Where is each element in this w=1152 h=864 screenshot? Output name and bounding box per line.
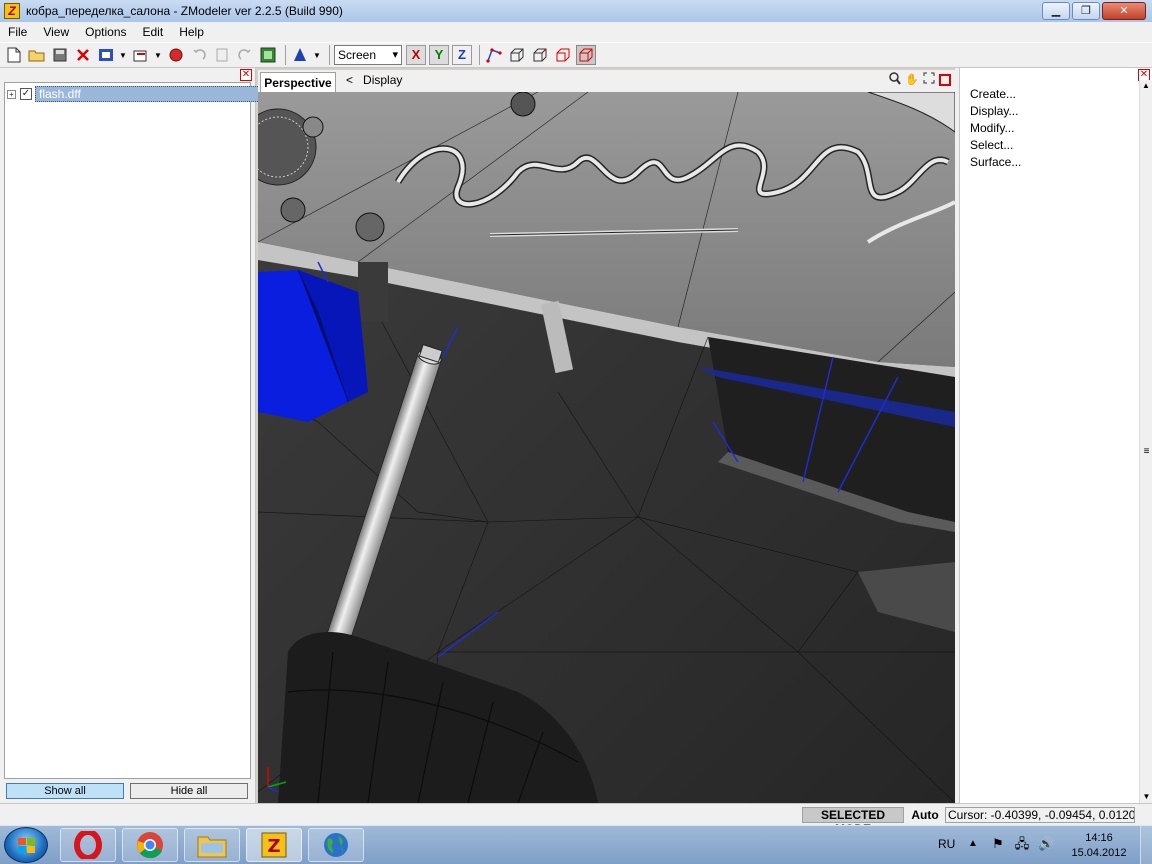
- new-file-icon[interactable]: [4, 45, 24, 65]
- scroll-grip-icon[interactable]: ≡: [1140, 446, 1152, 457]
- axis-z-toggle[interactable]: Z: [452, 45, 472, 65]
- import-dropdown-icon[interactable]: ▼: [119, 51, 127, 60]
- taskbar-chrome-icon[interactable]: [122, 828, 178, 862]
- main-toolbar: ▼ ▼ ▼ Screen X Y Z: [0, 42, 1152, 68]
- maximize-button[interactable]: ❐: [1072, 2, 1100, 20]
- menu-file[interactable]: File: [0, 25, 35, 39]
- selected-mode-icon[interactable]: [576, 45, 596, 65]
- object-tree[interactable]: + ✓ flash.dff: [4, 82, 260, 779]
- cursor-coordinates: Cursor: -0.40399, -0.09454, 0.01208: [945, 807, 1135, 823]
- window-title: кобра_переделка_салона - ZModeler ver 2.…: [26, 4, 343, 18]
- close-window-button[interactable]: ✕: [1102, 2, 1146, 20]
- minimize-button[interactable]: ▁: [1042, 2, 1070, 20]
- scroll-up-icon[interactable]: ▲: [1140, 80, 1152, 92]
- volume-icon[interactable]: 🔊: [1038, 836, 1054, 852]
- clock-date: 15.04.2012: [1071, 847, 1127, 859]
- maximize-viewport-icon[interactable]: [939, 74, 951, 86]
- command-display[interactable]: Display...: [970, 104, 1018, 118]
- taskbar-opera-icon[interactable]: [60, 828, 116, 862]
- coordinate-space-select[interactable]: Screen: [334, 45, 402, 65]
- taskbar-explorer-icon[interactable]: [184, 828, 240, 862]
- viewport-header: Perspective < Display ✋: [258, 70, 955, 93]
- delete-icon[interactable]: [73, 45, 93, 65]
- tree-item-label[interactable]: flash.dff: [35, 86, 260, 102]
- taskbar-globe-icon[interactable]: [308, 828, 364, 862]
- start-button[interactable]: [4, 827, 48, 863]
- import-icon[interactable]: [96, 45, 116, 65]
- vertex-mode-icon[interactable]: [484, 45, 504, 65]
- properties-icon: [212, 45, 232, 65]
- windows-taskbar: Z RU ▲ ⚑ 🖧 🔊 14:16 15.04.2012: [0, 825, 1152, 864]
- action-center-flag-icon[interactable]: ⚑: [990, 836, 1006, 852]
- tray-expand-icon[interactable]: ▲: [968, 838, 978, 849]
- save-icon[interactable]: [50, 45, 70, 65]
- tree-row[interactable]: + ✓ flash.dff: [7, 85, 260, 103]
- language-indicator[interactable]: RU: [938, 837, 955, 851]
- open-folder-icon[interactable]: [27, 45, 47, 65]
- axis-x-toggle[interactable]: X: [406, 45, 426, 65]
- show-all-button[interactable]: Show all: [6, 783, 124, 799]
- selection-mode-indicator: SELECTED MODE: [802, 807, 904, 836]
- redo-icon: [235, 45, 255, 65]
- viewport-breadcrumb[interactable]: < Display: [346, 73, 402, 87]
- tree-visibility-checkbox[interactable]: ✓: [20, 88, 32, 100]
- undo-dropdown-icon[interactable]: ▼: [154, 51, 162, 60]
- status-bar: SELECTED MODE Auto Cursor: -0.40399, -0.…: [0, 803, 1152, 836]
- record-icon[interactable]: [166, 45, 186, 65]
- title-bar: Z кобра_переделка_салона - ZModeler ver …: [0, 0, 1152, 22]
- scroll-down-icon[interactable]: ▼: [1140, 791, 1152, 803]
- show-desktop-button[interactable]: [1140, 826, 1152, 864]
- auto-indicator[interactable]: Auto: [907, 807, 943, 823]
- viewport-scene: [258, 92, 955, 803]
- face-mode-icon[interactable]: [507, 45, 527, 65]
- hide-all-button[interactable]: Hide all: [130, 783, 248, 799]
- menu-bar: File View Options Edit Help: [0, 22, 1152, 42]
- system-clock[interactable]: 14:16 15.04.2012: [1066, 831, 1132, 861]
- clock-time: 14:16: [1085, 832, 1113, 844]
- menu-view[interactable]: View: [35, 25, 77, 39]
- pan-hand-icon[interactable]: ✋: [905, 72, 919, 88]
- brush-dropdown-icon[interactable]: ▼: [313, 51, 321, 60]
- menu-help[interactable]: Help: [171, 25, 212, 39]
- taskbar-zmodeler-icon[interactable]: Z: [246, 828, 302, 862]
- zoom-icon[interactable]: [888, 72, 902, 88]
- hierarchy-panel: ✕ + ✓ flash.dff Show all Hide all: [0, 68, 260, 803]
- axis-y-toggle[interactable]: Y: [429, 45, 449, 65]
- zmodeler-app-icon[interactable]: Z: [4, 3, 20, 19]
- command-select[interactable]: Select...: [970, 138, 1013, 152]
- undo-stack-icon[interactable]: [131, 45, 151, 65]
- breadcrumb-label: Display: [363, 73, 403, 87]
- command-create[interactable]: Create...: [970, 87, 1016, 101]
- menu-edit[interactable]: Edit: [135, 25, 172, 39]
- menu-options[interactable]: Options: [77, 25, 134, 39]
- tree-expand-icon[interactable]: +: [7, 89, 16, 99]
- command-surface[interactable]: Surface...: [970, 155, 1021, 169]
- fit-view-icon[interactable]: [922, 72, 936, 88]
- surface-mode-icon[interactable]: [553, 45, 573, 65]
- command-panel: ✕ Create... Display... Modify... Select.…: [959, 68, 1152, 803]
- command-modify[interactable]: Modify...: [970, 121, 1014, 135]
- command-panel-scrollbar[interactable]: ▲ ≡ ▼: [1139, 80, 1152, 803]
- perspective-viewport[interactable]: [258, 92, 955, 803]
- object-mode-icon[interactable]: [530, 45, 550, 65]
- undo-icon: [189, 45, 209, 65]
- render-icon[interactable]: [258, 45, 278, 65]
- windows-logo-icon: [18, 838, 35, 853]
- brush-icon[interactable]: [290, 45, 310, 65]
- hierarchy-close-icon[interactable]: ✕: [240, 69, 252, 81]
- breadcrumb-back-icon[interactable]: <: [346, 73, 353, 87]
- network-icon[interactable]: 🖧: [1014, 836, 1030, 852]
- tab-perspective[interactable]: Perspective: [260, 72, 336, 93]
- svg-text:Z: Z: [267, 836, 280, 857]
